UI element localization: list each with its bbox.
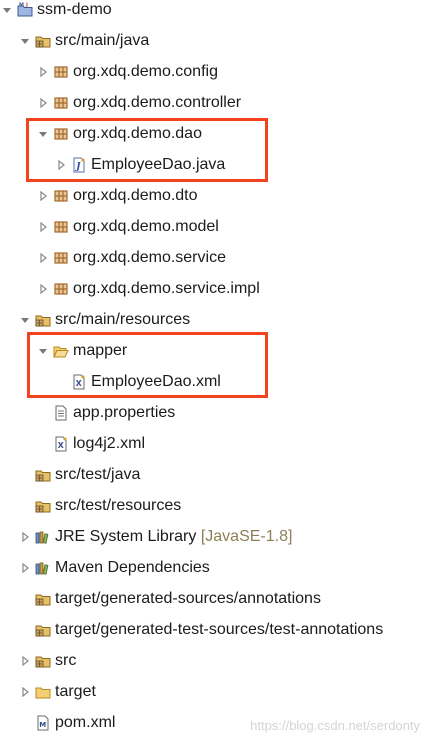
maven-dependencies-label: Maven Dependencies (55, 559, 210, 576)
file-label: log4j2.xml (73, 435, 146, 452)
highlight-box-dao (26, 118, 268, 182)
expand-arrow-icon[interactable] (38, 284, 48, 294)
watermark: https://blog.csdn.net/serdonty (250, 718, 420, 733)
folder-icon (35, 653, 51, 669)
package-label: org.xdq.demo.service (73, 249, 226, 266)
source-folder-icon (35, 622, 51, 638)
pom-label: pom.xml (55, 714, 116, 731)
jre-library-name: JRE System Library (55, 528, 197, 545)
generated-sources-label: target/generated-sources/annotations (55, 590, 321, 607)
generated-test-sources-label: target/generated-test-sources/test-annot… (55, 621, 384, 638)
package-label: org.xdq.demo.model (73, 218, 219, 235)
jre-library-label: JRE System Library [JavaSE-1.8] (55, 527, 292, 547)
source-folder-icon (35, 467, 51, 483)
source-folder-icon (35, 498, 51, 514)
project-label: ssm-demo (37, 1, 112, 18)
expand-arrow-icon[interactable] (38, 253, 48, 263)
target-label: target (55, 683, 96, 700)
expand-arrow-icon[interactable] (38, 191, 48, 201)
highlight-box-mapper (27, 332, 268, 398)
src-label: src (55, 652, 77, 669)
library-icon (35, 529, 51, 545)
collapse-arrow-icon[interactable] (20, 36, 30, 46)
package-icon (53, 219, 69, 235)
properties-file-icon (53, 405, 69, 421)
package-label: org.xdq.demo.config (73, 63, 218, 80)
source-folder-icon (35, 33, 51, 49)
expand-arrow-icon[interactable] (20, 687, 30, 697)
package-icon (53, 64, 69, 80)
src-main-resources-label: src/main/resources (55, 311, 191, 328)
package-label: org.xdq.demo.dto (73, 187, 198, 204)
library-icon (35, 560, 51, 576)
source-folder-icon (35, 591, 51, 607)
expand-arrow-icon[interactable] (38, 67, 48, 77)
package-icon (53, 95, 69, 111)
package-icon (53, 250, 69, 266)
package-icon (53, 188, 69, 204)
package-label: org.xdq.demo.controller (73, 94, 242, 111)
xml-file-icon (53, 436, 69, 452)
src-main-java-label: src/main/java (55, 32, 150, 49)
src-test-resources-label: src/test/resources (55, 497, 182, 514)
source-folder-icon (35, 312, 51, 328)
collapse-arrow-icon[interactable] (2, 5, 12, 15)
folder-icon (35, 684, 51, 700)
maven-project-icon (17, 2, 33, 18)
package-icon (53, 281, 69, 297)
expand-arrow-icon[interactable] (38, 222, 48, 232)
package-label: org.xdq.demo.service.impl (73, 280, 260, 297)
pom-file-icon (35, 715, 51, 731)
file-label: app.properties (73, 404, 176, 421)
collapse-arrow-icon[interactable] (20, 315, 30, 325)
src-test-java-label: src/test/java (55, 466, 141, 483)
expand-arrow-icon[interactable] (20, 656, 30, 666)
expand-arrow-icon[interactable] (20, 563, 30, 573)
expand-arrow-icon[interactable] (38, 98, 48, 108)
jre-version-label: [JavaSE-1.8] (200, 528, 293, 545)
expand-arrow-icon[interactable] (20, 532, 30, 542)
